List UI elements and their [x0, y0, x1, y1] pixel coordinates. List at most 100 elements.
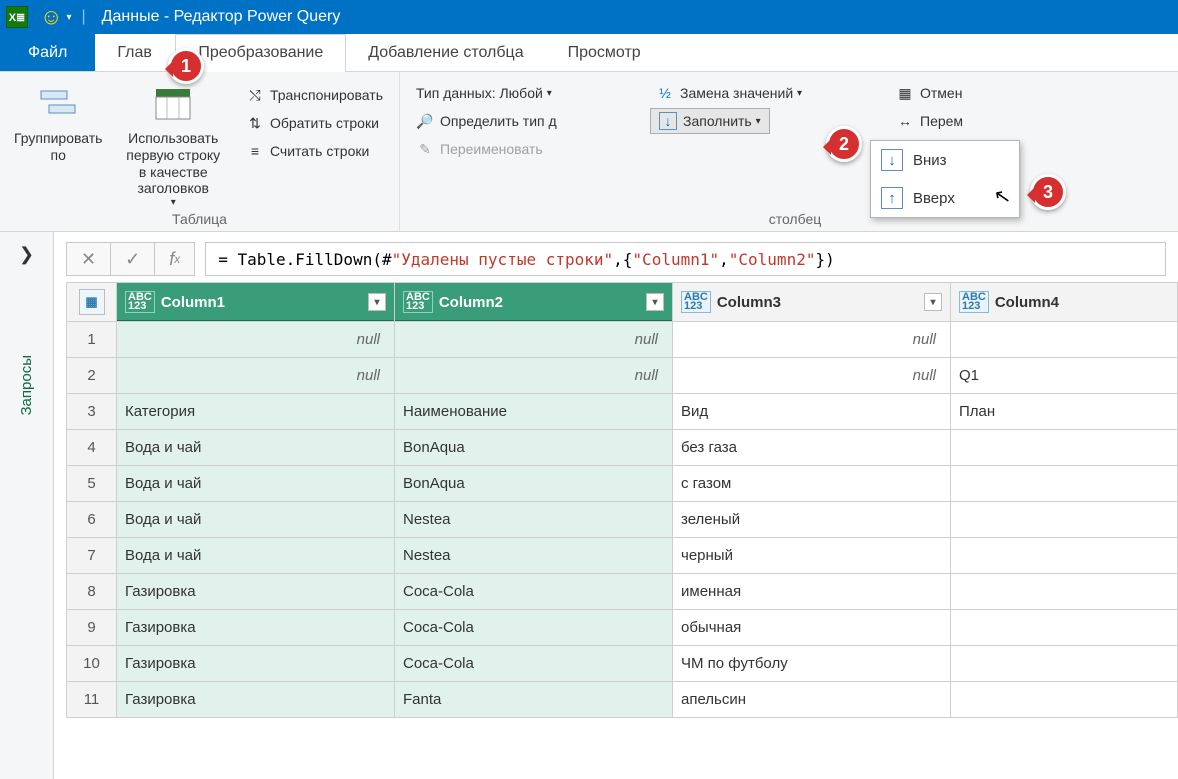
detect-type-button[interactable]: 🔎 Определить тип д [410, 108, 563, 134]
table-row[interactable]: 7Вода и чайNesteaчерный [67, 538, 1178, 574]
formula-input[interactable]: = Table.FillDown(#"Удалены пустые строки… [205, 242, 1166, 276]
col-header-column3[interactable]: ABC123 Column3 ▾ [673, 283, 951, 322]
cell[interactable]: Nestea [395, 502, 673, 538]
row-number[interactable]: 8 [67, 574, 117, 610]
row-number[interactable]: 4 [67, 430, 117, 466]
cell[interactable]: Газировка [117, 574, 395, 610]
feedback-icon[interactable]: ☺ [40, 6, 62, 28]
cell[interactable]: План [951, 394, 1178, 430]
queries-sidebar[interactable]: ❯ Запросы [0, 232, 54, 779]
cell[interactable] [951, 646, 1178, 682]
cell[interactable]: Наименование [395, 394, 673, 430]
table-row[interactable]: 5Вода и чайBonAquaс газом [67, 466, 1178, 502]
row-number[interactable]: 6 [67, 502, 117, 538]
row-number[interactable]: 9 [67, 610, 117, 646]
replace-values-button[interactable]: ½ Замена значений ▾ [650, 80, 808, 106]
table-row[interactable]: 10ГазировкаCoca-ColaЧМ по футболу [67, 646, 1178, 682]
table-row[interactable]: 11ГазировкаFantaапельсин [67, 682, 1178, 718]
table-row[interactable]: 9ГазировкаCoca-Colaобычная [67, 610, 1178, 646]
cell[interactable]: Вода и чай [117, 502, 395, 538]
table-row[interactable]: 1nullnullnull [67, 322, 1178, 358]
row-number[interactable]: 10 [67, 646, 117, 682]
tab-view[interactable]: Просмотр [546, 34, 663, 71]
tab-add-column[interactable]: Добавление столбца [346, 34, 545, 71]
formula-fx-button[interactable]: fx [154, 242, 195, 276]
cell[interactable]: с газом [673, 466, 951, 502]
tab-file[interactable]: Файл [0, 34, 95, 71]
table-row[interactable]: 3КатегорияНаименованиеВидПлан [67, 394, 1178, 430]
row-number[interactable]: 11 [67, 682, 117, 718]
table-row[interactable]: 4Вода и чайBonAquaбез газа [67, 430, 1178, 466]
cell[interactable]: зеленый [673, 502, 951, 538]
cell[interactable] [951, 538, 1178, 574]
row-number[interactable]: 3 [67, 394, 117, 430]
rename-icon: ✎ [416, 140, 434, 158]
reverse-rows-button[interactable]: ⇅ Обратить строки [240, 110, 389, 136]
expand-sidebar-icon[interactable]: ❯ [19, 244, 34, 265]
cell[interactable]: Q1 [951, 358, 1178, 394]
data-type-button[interactable]: Тип данных: Любой ▾ [410, 80, 563, 106]
cell[interactable] [951, 430, 1178, 466]
cell[interactable]: Coca-Cola [395, 574, 673, 610]
row-number[interactable]: 1 [67, 322, 117, 358]
count-rows-button[interactable]: ≡ Считать строки [240, 138, 389, 164]
cell[interactable]: null [117, 322, 395, 358]
cell[interactable]: null [395, 358, 673, 394]
cell[interactable]: Coca-Cola [395, 610, 673, 646]
cell[interactable] [951, 574, 1178, 610]
row-number[interactable]: 7 [67, 538, 117, 574]
col-header-column2[interactable]: ABC123 Column2 ▾ [395, 283, 673, 322]
cell[interactable]: Категория [117, 394, 395, 430]
unpivot-button[interactable]: ▦ Отмен [890, 80, 969, 106]
table-row[interactable]: 2nullnullnullQ1 [67, 358, 1178, 394]
corner-cell[interactable]: ▦ [67, 283, 117, 322]
cell[interactable]: ЧМ по футболу [673, 646, 951, 682]
transpose-button[interactable]: ⤭ Транспонировать [240, 82, 389, 108]
cell[interactable] [951, 502, 1178, 538]
cell[interactable]: Вода и чай [117, 466, 395, 502]
cell[interactable]: null [117, 358, 395, 394]
formula-cancel-button[interactable]: ✕ [66, 242, 110, 276]
use-first-row-headers-button[interactable]: Использовать первую строку в качестве за… [120, 80, 226, 213]
cell[interactable]: Nestea [395, 538, 673, 574]
chevron-down-icon: ▾ [171, 197, 176, 209]
move-button[interactable]: ↔ Перем [890, 108, 969, 134]
cell[interactable]: черный [673, 538, 951, 574]
cell[interactable]: Вода и чай [117, 538, 395, 574]
table-row[interactable]: 6Вода и чайNesteaзеленый [67, 502, 1178, 538]
cell[interactable]: без газа [673, 430, 951, 466]
cell[interactable]: обычная [673, 610, 951, 646]
filter-dropdown-icon[interactable]: ▾ [646, 293, 664, 311]
chevron-down-icon: ▾ [797, 88, 802, 99]
qat-dropdown-icon[interactable]: ▾ [66, 12, 71, 23]
cell[interactable]: BonAqua [395, 466, 673, 502]
cell[interactable]: Coca-Cola [395, 646, 673, 682]
cell[interactable]: Вода и чай [117, 430, 395, 466]
formula-confirm-button[interactable]: ✓ [110, 242, 154, 276]
cell[interactable]: именная [673, 574, 951, 610]
col-header-column1[interactable]: ABC123 Column1 ▾ [117, 283, 395, 322]
cell[interactable]: null [395, 322, 673, 358]
cell[interactable]: null [673, 358, 951, 394]
row-number[interactable]: 5 [67, 466, 117, 502]
cell[interactable] [951, 466, 1178, 502]
row-number[interactable]: 2 [67, 358, 117, 394]
cell[interactable] [951, 610, 1178, 646]
cell[interactable] [951, 322, 1178, 358]
cell[interactable] [951, 682, 1178, 718]
filter-dropdown-icon[interactable]: ▾ [368, 293, 386, 311]
cell[interactable]: BonAqua [395, 430, 673, 466]
cell[interactable]: Вид [673, 394, 951, 430]
cell[interactable]: Газировка [117, 610, 395, 646]
cell[interactable]: Fanta [395, 682, 673, 718]
cell[interactable]: Газировка [117, 646, 395, 682]
col-header-column4[interactable]: ABC123 Column4 [951, 283, 1178, 322]
filter-dropdown-icon[interactable]: ▾ [924, 293, 942, 311]
fill-button[interactable]: ↓ Заполнить ▾ [650, 108, 770, 134]
table-row[interactable]: 8ГазировкаCoca-Colaименная [67, 574, 1178, 610]
cell[interactable]: Газировка [117, 682, 395, 718]
cell[interactable]: null [673, 322, 951, 358]
cell[interactable]: апельсин [673, 682, 951, 718]
group-by-button[interactable]: Группировать по [10, 80, 106, 213]
fill-down-item[interactable]: ↓ Вниз [871, 141, 1019, 179]
